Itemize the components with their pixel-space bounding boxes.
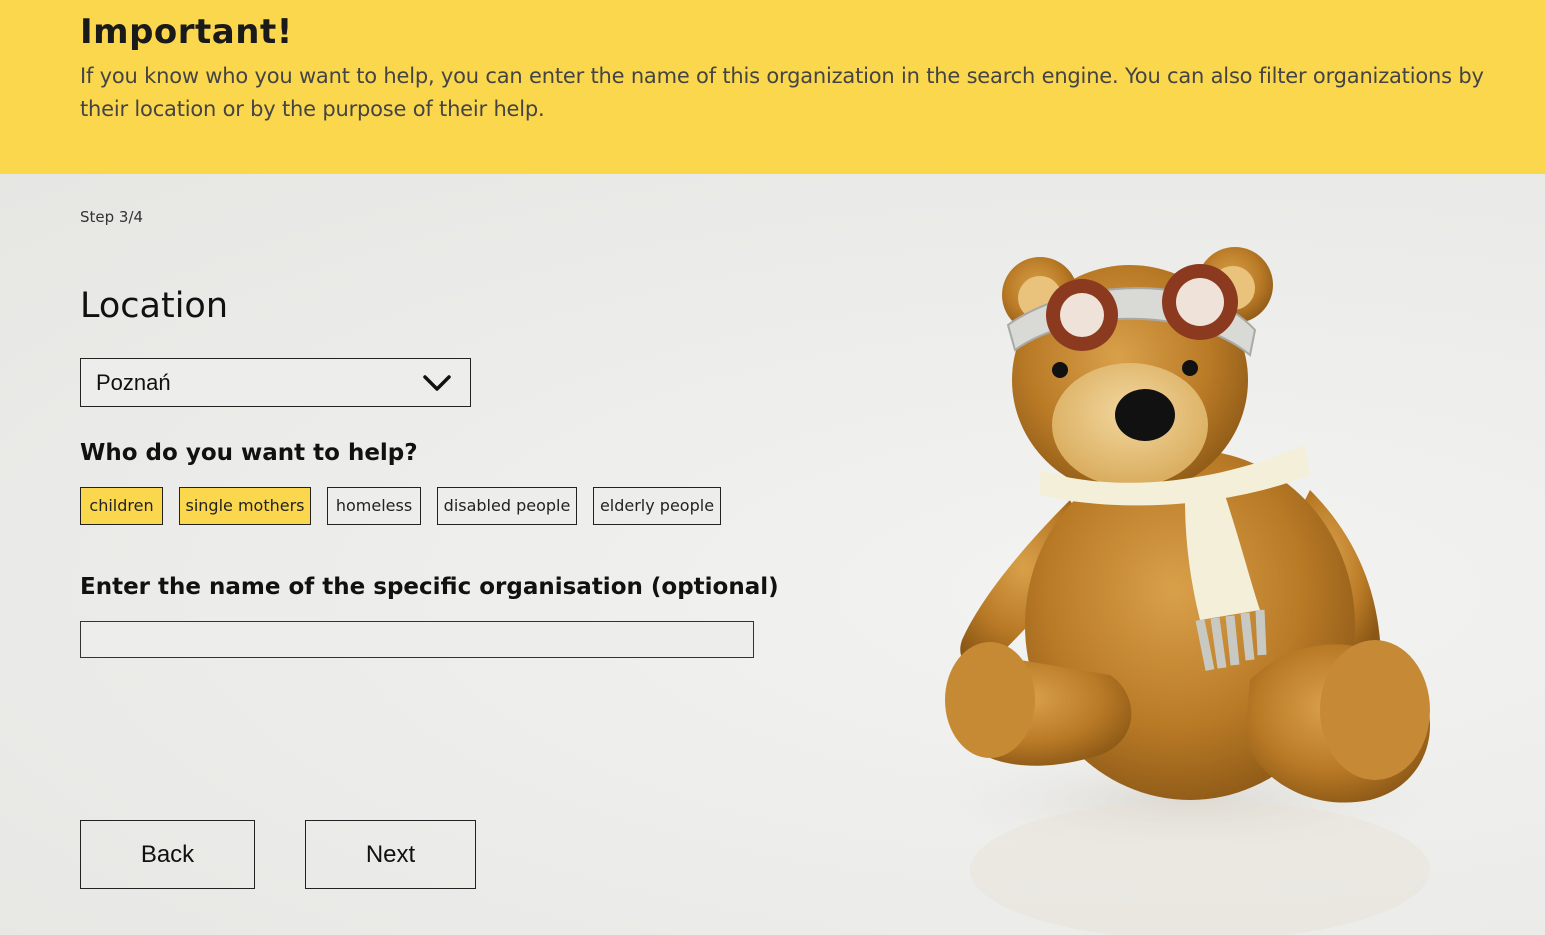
location-title: Location — [80, 286, 229, 326]
back-button[interactable]: Back — [80, 820, 255, 889]
chip-homeless[interactable]: homeless — [327, 487, 421, 525]
help-target-title: Who do you want to help? — [80, 440, 418, 466]
organisation-name-input[interactable] — [80, 621, 754, 658]
step-indicator: Step 3/4 — [80, 208, 144, 226]
important-banner: Important! If you know who you want to h… — [0, 0, 1545, 174]
next-button[interactable]: Next — [305, 820, 476, 889]
organisation-title: Enter the name of the specific organisat… — [80, 574, 779, 600]
chip-disabled-people[interactable]: disabled people — [437, 487, 577, 525]
location-select[interactable]: Poznań — [80, 358, 471, 407]
banner-title: Important! — [80, 12, 293, 52]
chip-single-mothers[interactable]: single mothers — [179, 487, 311, 525]
chip-children[interactable]: children — [80, 487, 163, 525]
chip-elderly-people[interactable]: elderly people — [593, 487, 721, 525]
location-select-value: Poznań — [96, 370, 171, 395]
banner-text: If you know who you want to help, you ca… — [80, 64, 1484, 121]
teddy-bear-illustration — [920, 247, 1460, 935]
chevron-down-icon — [423, 375, 451, 391]
